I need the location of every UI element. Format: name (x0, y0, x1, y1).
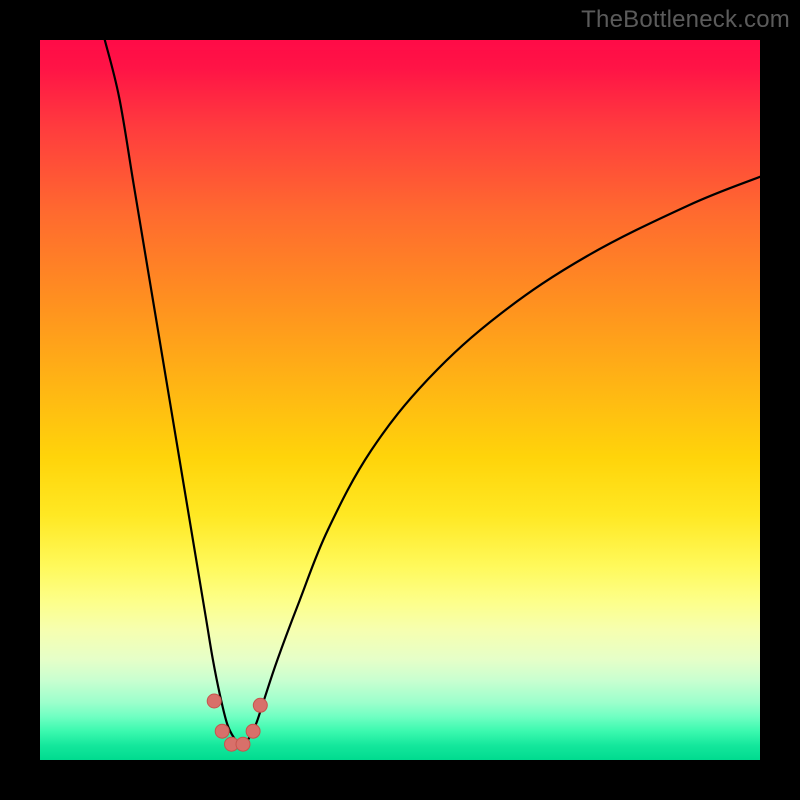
minimum-markers (207, 694, 267, 751)
minimum-marker (246, 724, 260, 738)
curve-layer (40, 40, 760, 760)
watermark-text: TheBottleneck.com (581, 6, 790, 34)
minimum-marker (253, 698, 267, 712)
bottleneck-curve (105, 40, 760, 746)
minimum-marker (236, 737, 250, 751)
chart-frame: TheBottleneck.com (0, 0, 800, 800)
minimum-marker (215, 724, 229, 738)
minimum-marker (207, 694, 221, 708)
plot-area (40, 40, 760, 760)
